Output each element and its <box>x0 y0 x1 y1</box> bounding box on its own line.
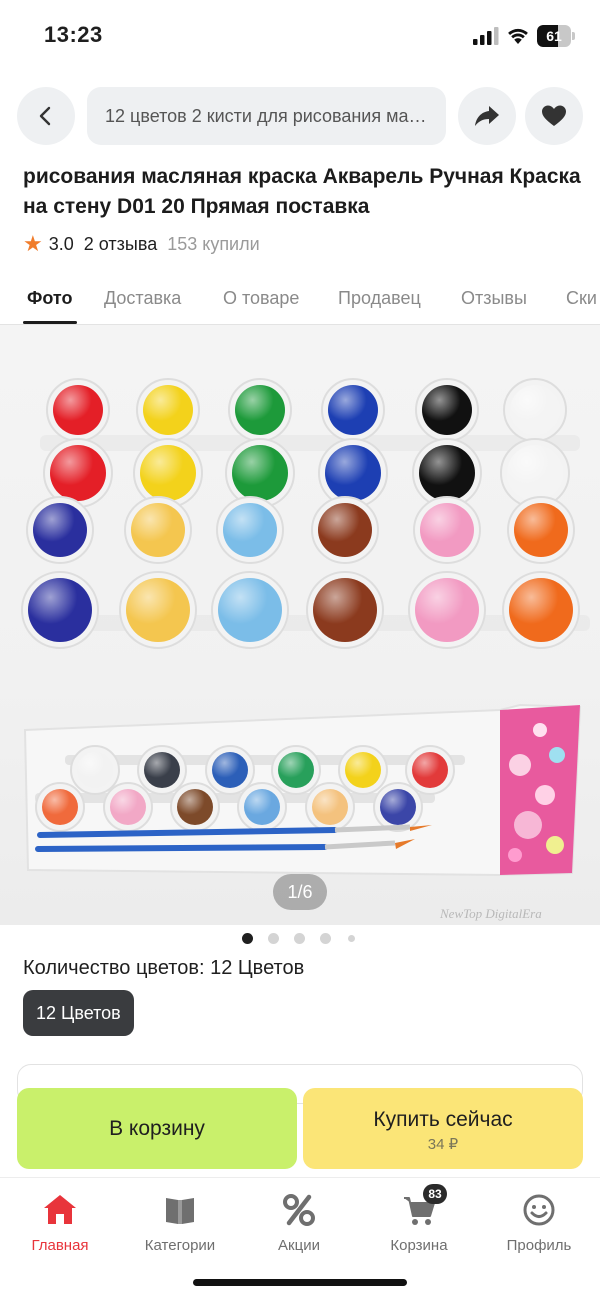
status-bar: 13:23 61 <box>0 0 600 72</box>
pagination-dot[interactable] <box>348 935 355 942</box>
active-tab-indicator <box>23 321 77 324</box>
tab-delivery[interactable]: Доставка <box>104 288 181 309</box>
smile-profile-icon <box>523 1194 555 1226</box>
cart-count-badge: 83 <box>423 1184 447 1204</box>
share-arrow-icon <box>475 106 499 126</box>
tabbar-profile[interactable]: Профиль <box>484 1192 594 1254</box>
tabbar-label: Категории <box>144 1237 216 1254</box>
add-to-cart-label: В корзину <box>109 1116 205 1140</box>
tabbar-label: Корзина <box>390 1237 448 1254</box>
percent-icon <box>283 1194 315 1226</box>
tabbar-categories[interactable]: Категории <box>125 1192 235 1254</box>
buy-now-button[interactable]: Купить сейчас 34 ₽ <box>303 1088 583 1169</box>
rating-score: 3.0 <box>48 233 74 254</box>
gallery-pagination <box>240 933 370 945</box>
heart-icon <box>542 105 566 126</box>
tab-photo[interactable]: Фото <box>27 288 72 309</box>
tabbar-label: Главная <box>31 1237 89 1254</box>
paint-pots-illustration <box>21 378 590 877</box>
product-title: рисования масляная краска Акварель Ручна… <box>23 165 581 218</box>
catalog-book-icon <box>166 1198 194 1224</box>
star-icon: ★ <box>23 231 43 256</box>
pagination-dot[interactable] <box>320 933 331 944</box>
cellular-signal-icon <box>473 27 499 45</box>
battery-indicator: 61 <box>537 25 575 47</box>
favorite-button[interactable] <box>525 87 583 145</box>
option-label: Количество цветов: 12 Цветов <box>23 957 305 979</box>
pagination-dot[interactable] <box>242 933 253 944</box>
wifi-icon <box>508 28 528 44</box>
watermark-text: NewTop DigitalEra <box>440 906 542 921</box>
pagination-dot[interactable] <box>294 933 305 944</box>
tabbar-label: Профиль <box>506 1237 572 1254</box>
buy-now-label: Купить сейчас <box>373 1108 513 1131</box>
tab-seller[interactable]: Продавец <box>338 288 421 309</box>
image-counter: 1/6 <box>273 874 327 910</box>
rating-row: ★ 3.0 2 отзыва 153 купили <box>23 230 260 258</box>
status-time: 13:23 <box>44 22 103 47</box>
search-input[interactable]: 12 цветов 2 кисти для рисования масляная… <box>87 87 446 145</box>
search-query-text: 12 цветов 2 кисти для рисования масляная… <box>105 105 428 126</box>
tabbar-home[interactable]: Главная <box>5 1192 115 1254</box>
tab-similar[interactable]: Ски <box>566 288 597 309</box>
tab-reviews[interactable]: Отзывы <box>461 288 527 309</box>
home-indicator[interactable] <box>193 1279 407 1286</box>
reviews-link[interactable]: 2 отзыва <box>84 234 157 255</box>
purchase-count: 153 купили <box>167 233 260 254</box>
battery-level: 61 <box>546 28 562 44</box>
back-button[interactable] <box>17 87 75 145</box>
pagination-dot[interactable] <box>268 933 279 944</box>
buy-now-price: 34 ₽ <box>427 1136 459 1153</box>
section-tabs: Фото Доставка О товаре Продавец Отзывы С… <box>0 275 600 325</box>
product-image[interactable] <box>0 325 600 925</box>
packaging-bag <box>23 703 582 877</box>
chevron-left-icon <box>39 106 51 126</box>
tab-about[interactable]: О товаре <box>223 288 299 309</box>
tabbar-label: Акции <box>278 1237 320 1254</box>
add-to-cart-button[interactable]: В корзину <box>17 1088 297 1169</box>
tabbar-promotions[interactable]: Акции <box>244 1192 354 1254</box>
tabbar-cart[interactable]: 83 Корзина <box>364 1184 474 1254</box>
title-previous-line-cut <box>23 150 583 160</box>
option-chip-selected[interactable]: 12 Цветов <box>23 990 134 1036</box>
home-icon <box>44 1195 76 1224</box>
share-button[interactable] <box>458 87 516 145</box>
